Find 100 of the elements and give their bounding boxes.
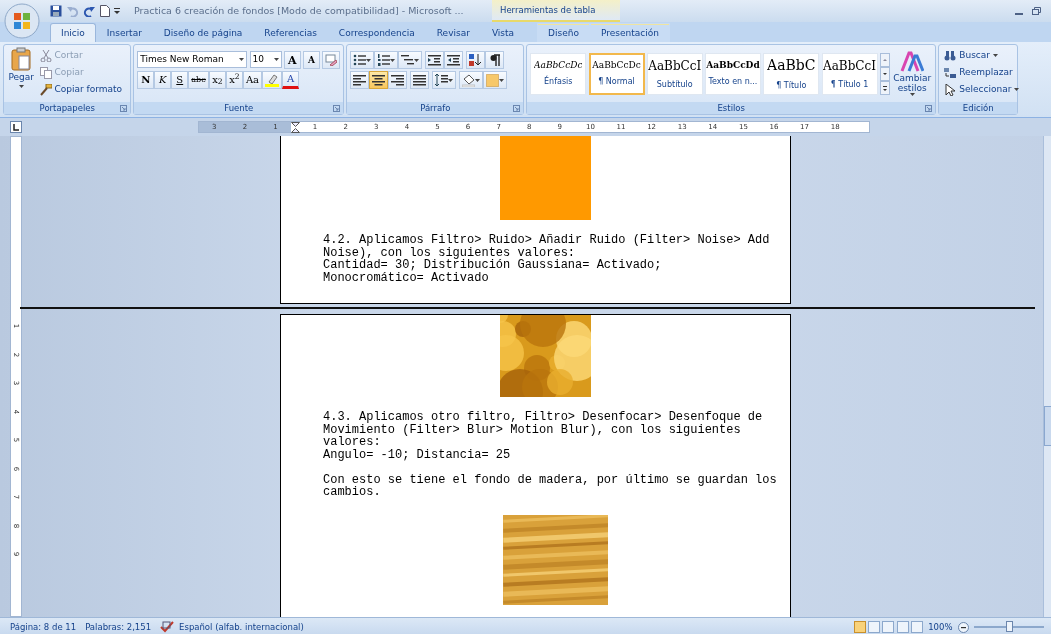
underline-button[interactable]: S (171, 71, 189, 90)
new-document-icon[interactable] (99, 5, 110, 17)
dropdown-icon[interactable] (909, 93, 915, 96)
status-text: Página: 8 de 11 (10, 620, 77, 634)
italic-button[interactable]: K (154, 71, 172, 90)
multilevel-list-icon (401, 53, 415, 67)
grow-font-button[interactable]: A (283, 51, 301, 69)
ribbon-tab[interactable]: Correspondencia (327, 23, 426, 42)
style-gallery-item[interactable]: AaBbCcI Subtítulo (646, 52, 703, 95)
ribbon-tab[interactable]: Vista (480, 23, 526, 42)
line-spacing-icon (435, 73, 449, 87)
clipboard-button[interactable]: Copiar formato (37, 81, 125, 98)
redo-icon[interactable] (83, 5, 95, 17)
zoom-out-button[interactable] (957, 621, 969, 633)
numbered-list-button[interactable] (374, 51, 399, 69)
dropdown-icon[interactable] (390, 58, 396, 62)
pilcrow-icon (488, 53, 502, 67)
highlight-button[interactable] (262, 71, 283, 90)
ribbon-tab[interactable]: Referencias (253, 23, 328, 42)
strikethrough-button[interactable]: abe (188, 71, 209, 90)
save-icon[interactable] (50, 5, 62, 17)
dropdown-icon[interactable] (18, 84, 24, 88)
ribbon-tab[interactable]: Inicio (50, 23, 96, 42)
group-label: Fuente (224, 103, 254, 113)
binoculars-icon (944, 49, 957, 62)
dropdown-icon[interactable] (239, 58, 245, 61)
bold-button[interactable]: N (137, 71, 155, 90)
zoom-slider-thumb[interactable] (1005, 621, 1013, 632)
scrollbar-thumb[interactable] (1044, 406, 1051, 446)
dropdown-icon[interactable] (414, 58, 420, 62)
proofing-icon[interactable] (160, 621, 175, 633)
style-gallery-item[interactable]: AaBbC ¶ Título (763, 52, 820, 95)
dropdown-icon[interactable] (475, 78, 481, 82)
dropdown-icon[interactable] (366, 58, 372, 62)
change-styles-button[interactable]: Cambiar estilos (892, 51, 933, 96)
justify-icon (413, 73, 427, 87)
pilcrow-button[interactable] (485, 51, 505, 69)
highlighter-icon (265, 73, 280, 87)
tab-selector-icon[interactable] (10, 121, 22, 133)
editing-button[interactable]: Reemplazar (942, 64, 1015, 81)
font-size-field[interactable]: 10 (249, 51, 282, 68)
copy-icon (39, 66, 52, 79)
style-gallery-item[interactable]: AaBbCcDc Énfasis (530, 52, 587, 95)
group-label: Edición (962, 103, 994, 113)
dropdown-icon[interactable] (499, 78, 505, 82)
dropdown-icon[interactable] (448, 78, 454, 82)
zoom-level[interactable]: 100% (928, 620, 953, 634)
pointer-icon (944, 83, 957, 96)
bullets-button[interactable] (350, 51, 375, 69)
style-gallery-item[interactable]: AaBbCcI ¶ Título 1 (821, 52, 878, 95)
change-case-button[interactable]: Aa (242, 71, 263, 90)
ribbon-tab[interactable]: Revisar (425, 23, 481, 42)
editing-button[interactable]: Buscar (942, 47, 1015, 64)
group-label: Párrafo (420, 103, 451, 113)
ribbon-tab[interactable]: Insertar (95, 23, 153, 42)
paste-button[interactable]: Pegar (7, 47, 36, 100)
language-status[interactable]: Español (alfab. internacional) (179, 620, 304, 634)
paragraph-text: Con esto se tiene el fondo de madera, por último se guardan los cambios. (323, 473, 778, 499)
bullets-icon (353, 53, 367, 67)
multilevel-list-button[interactable] (398, 51, 423, 69)
borders-icon (486, 73, 500, 87)
editing-button[interactable]: Seleccionar (942, 81, 1015, 98)
dialog-launcher-icon[interactable] (513, 105, 521, 112)
styles-letters-icon (900, 51, 925, 73)
dropdown-icon[interactable] (993, 54, 998, 57)
ribbon-tab[interactable]: Presentación (589, 23, 670, 42)
eraser-icon (325, 54, 338, 66)
customize-arrow-icon[interactable] (114, 7, 120, 15)
replace-icon (944, 66, 957, 79)
dialog-launcher-icon[interactable] (120, 105, 128, 112)
dialog-launcher-icon[interactable] (925, 105, 933, 112)
style-gallery-item[interactable]: AaBbCcDd Texto en n... (705, 52, 761, 95)
ribbon-tab[interactable]: Diseño (537, 23, 590, 42)
font-name-field[interactable]: Times New Roman (137, 51, 248, 68)
paint-bucket-button[interactable] (459, 71, 484, 90)
dropdown-icon[interactable] (273, 58, 279, 61)
shrink-font-button[interactable]: A (303, 51, 320, 69)
clear-formatting-button[interactable] (322, 51, 341, 69)
ribbon-tab[interactable]: Diseño de página (152, 23, 254, 42)
dialog-launcher-icon[interactable] (333, 105, 341, 112)
line-spacing-button[interactable] (432, 71, 457, 90)
restore-button[interactable] (1032, 7, 1041, 15)
decrease-indent-button[interactable] (425, 51, 445, 69)
font-color-button[interactable]: A (282, 71, 300, 90)
increase-indent-button[interactable] (444, 51, 464, 69)
paragraph-text: 4.3. Aplicamos otro filtro, Filtro> Desenfocar> Desenfoque de Movimiento (Filter> Blur> Motion Blur), con los siguientes valores: Angulo= -10; Distancia= 25 (323, 411, 764, 461)
dropdown-icon[interactable] (1014, 88, 1020, 91)
context-tab-group-header: Herramientas de tabla (492, 0, 620, 22)
paintbrush-icon (39, 83, 52, 96)
more-styles-icon[interactable] (879, 80, 890, 95)
justify-button[interactable] (410, 71, 430, 90)
window-title: Practica 6 creación de fondos [Modo de compatibilidad] - Microsoft ... (134, 3, 465, 18)
style-gallery-item[interactable]: AaBbCcDc ¶ Normal (588, 52, 645, 95)
increase-indent-icon (447, 53, 461, 67)
sort-button[interactable] (466, 51, 486, 69)
align-right-button[interactable] (388, 71, 408, 90)
clipboard-icon (11, 47, 32, 71)
align-left-button[interactable] (350, 71, 370, 90)
paint-bucket-icon (462, 73, 476, 87)
align-center-button[interactable] (369, 71, 389, 90)
